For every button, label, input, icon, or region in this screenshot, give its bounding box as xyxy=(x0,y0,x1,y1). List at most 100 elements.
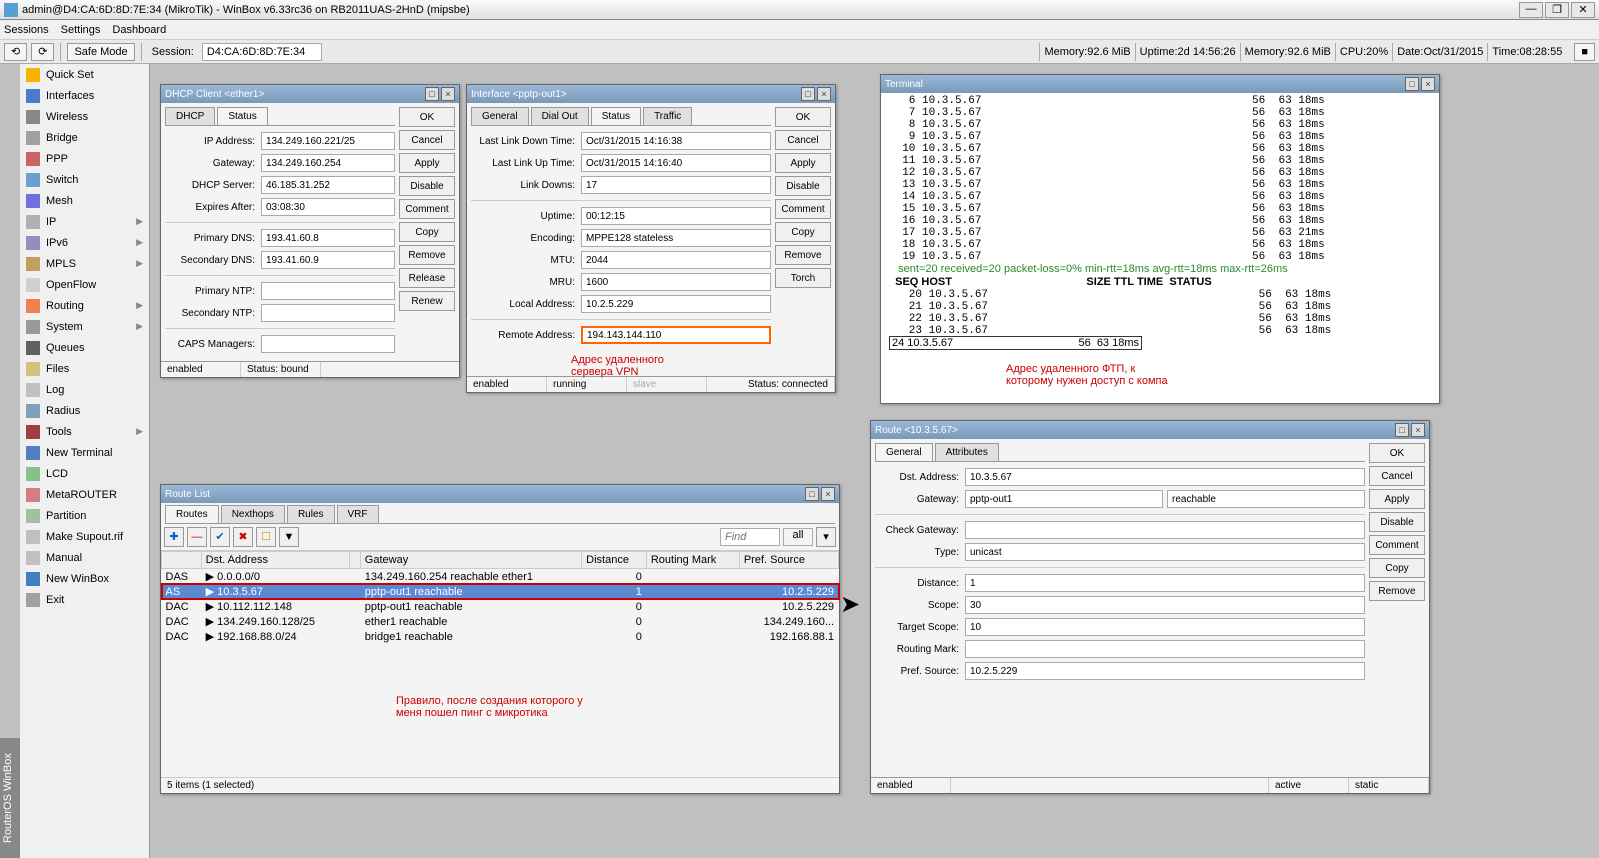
minimize-button[interactable]: — xyxy=(1519,2,1543,18)
sidebar-item-tools[interactable]: Tools▶ xyxy=(20,421,149,442)
iface-tab-dialout[interactable]: Dial Out xyxy=(531,107,589,125)
col-header[interactable]: Pref. Source xyxy=(739,552,838,569)
field-value[interactable]: pptp-out1 xyxy=(965,490,1163,508)
dhcp-tab-dhcp[interactable]: DHCP xyxy=(165,107,215,125)
col-header[interactable] xyxy=(162,552,202,569)
dhcp-tab-status[interactable]: Status xyxy=(217,107,267,125)
field-value[interactable]: 1 xyxy=(965,574,1365,592)
sidebar-item-bridge[interactable]: Bridge xyxy=(20,127,149,148)
col-header[interactable] xyxy=(349,552,360,569)
dhcp-min-icon[interactable]: □ xyxy=(425,87,439,101)
close-button[interactable]: ✕ xyxy=(1571,2,1595,18)
field-value[interactable]: 17 xyxy=(581,176,771,194)
route-min-icon[interactable]: □ xyxy=(1395,423,1409,437)
sidebar-item-new-terminal[interactable]: New Terminal xyxy=(20,442,149,463)
remove-button[interactable]: Remove xyxy=(775,245,831,265)
field-value[interactable]: Oct/31/2015 14:16:38 xyxy=(581,132,771,150)
col-header[interactable]: Gateway xyxy=(360,552,581,569)
add-button[interactable]: ✚ xyxy=(164,527,184,547)
enable-button[interactable]: ✔ xyxy=(210,527,230,547)
sidebar-item-partition[interactable]: Partition xyxy=(20,505,149,526)
route-close-icon[interactable]: × xyxy=(1411,423,1425,437)
iface-tab-traffic[interactable]: Traffic xyxy=(643,107,692,125)
sidebar-item-lcd[interactable]: LCD xyxy=(20,463,149,484)
sidebar-item-system[interactable]: System▶ xyxy=(20,316,149,337)
rl-close-icon[interactable]: × xyxy=(821,487,835,501)
find-input[interactable] xyxy=(720,528,780,546)
field-value[interactable] xyxy=(261,304,395,322)
copy-button[interactable]: Copy xyxy=(775,222,831,242)
table-row[interactable]: DAC▶ 192.168.88.0/24bridge1 reachable019… xyxy=(162,629,839,644)
comment-button[interactable]: Comment xyxy=(1369,535,1425,555)
iface-tab-general[interactable]: General xyxy=(471,107,529,125)
iface-tab-status[interactable]: Status xyxy=(591,107,641,125)
field-value[interactable] xyxy=(965,640,1365,658)
remove-button[interactable]: Remove xyxy=(1369,581,1425,601)
apply-button[interactable]: Apply xyxy=(775,153,831,173)
sidebar-item-ip[interactable]: IP▶ xyxy=(20,211,149,232)
sidebar-item-new-winbox[interactable]: New WinBox xyxy=(20,568,149,589)
comment-button[interactable]: Comment xyxy=(775,199,831,219)
field-value[interactable]: 2044 xyxy=(581,251,771,269)
iface-close-icon[interactable]: × xyxy=(817,87,831,101)
table-row[interactable]: DAS▶ 0.0.0.0/0134.249.160.254 reachable … xyxy=(162,569,839,585)
menu-sessions[interactable]: Sessions xyxy=(4,24,49,36)
safe-mode-button[interactable]: Safe Mode xyxy=(67,43,134,61)
field-value[interactable]: 10 xyxy=(965,618,1365,636)
sidebar-item-manual[interactable]: Manual xyxy=(20,547,149,568)
field-value[interactable]: 30 xyxy=(965,596,1365,614)
sidebar-item-openflow[interactable]: OpenFlow xyxy=(20,274,149,295)
filter-button[interactable]: ▼ xyxy=(279,527,299,547)
field-value[interactable]: MPPE128 stateless xyxy=(581,229,771,247)
rl-tab-nexthops[interactable]: Nexthops xyxy=(221,505,285,523)
route-table[interactable]: Dst. AddressGatewayDistanceRouting MarkP… xyxy=(161,551,839,644)
sidebar-item-mpls[interactable]: MPLS▶ xyxy=(20,253,149,274)
field-value[interactable]: 1600 xyxy=(581,273,771,291)
filter-dropdown[interactable]: ▾ xyxy=(816,527,836,547)
ok-button[interactable]: OK xyxy=(775,107,831,127)
iface-min-icon[interactable]: □ xyxy=(801,87,815,101)
field-value[interactable]: 10.2.5.229 xyxy=(581,295,771,313)
filter-all[interactable]: all xyxy=(783,528,813,546)
menu-settings[interactable]: Settings xyxy=(61,24,101,36)
sidebar-item-ppp[interactable]: PPP xyxy=(20,148,149,169)
rl-tab-vrf[interactable]: VRF xyxy=(337,505,379,523)
sidebar-item-quick-set[interactable]: Quick Set xyxy=(20,64,149,85)
sidebar-item-mesh[interactable]: Mesh xyxy=(20,190,149,211)
redo-button[interactable]: ⟳ xyxy=(31,43,54,61)
terminal-output[interactable]: 6 10.3.5.67 56 63 18ms 7 10.3.5.67 56 63… xyxy=(881,93,1439,403)
sidebar-item-interfaces[interactable]: Interfaces xyxy=(20,85,149,106)
renew-button[interactable]: Renew xyxy=(399,291,455,311)
rl-min-icon[interactable]: □ xyxy=(805,487,819,501)
cancel-button[interactable]: Cancel xyxy=(1369,466,1425,486)
remove-button[interactable]: — xyxy=(187,527,207,547)
field-value[interactable]: 193.41.60.8 xyxy=(261,229,395,247)
release-button[interactable]: Release xyxy=(399,268,455,288)
sidebar-item-log[interactable]: Log xyxy=(20,379,149,400)
disable-button[interactable]: ✖ xyxy=(233,527,253,547)
toolbar-menu-button[interactable]: ■ xyxy=(1574,43,1595,61)
undo-button[interactable]: ⟲ xyxy=(4,43,27,61)
sidebar-item-make-supout.rif[interactable]: Make Supout.rif xyxy=(20,526,149,547)
sidebar-item-switch[interactable]: Switch xyxy=(20,169,149,190)
field-value[interactable] xyxy=(965,521,1365,539)
field-value[interactable] xyxy=(261,335,395,353)
route-tab-general[interactable]: General xyxy=(875,443,933,461)
field-value[interactable]: Oct/31/2015 14:16:40 xyxy=(581,154,771,172)
route-tab-attributes[interactable]: Attributes xyxy=(935,443,999,461)
table-row[interactable]: DAC▶ 134.249.160.128/25ether1 reachable0… xyxy=(162,614,839,629)
field-value[interactable]: 134.249.160.254 xyxy=(261,154,395,172)
field-value[interactable]: 194.143.144.110 xyxy=(581,326,771,344)
field-value[interactable]: 46.185.31.252 xyxy=(261,176,395,194)
comment-button[interactable]: ☐ xyxy=(256,527,276,547)
field-value[interactable]: 134.249.160.221/25 xyxy=(261,132,395,150)
field-value[interactable]: 03:08:30 xyxy=(261,198,395,216)
term-min-icon[interactable]: □ xyxy=(1405,77,1419,91)
sidebar-item-exit[interactable]: Exit xyxy=(20,589,149,610)
menu-dashboard[interactable]: Dashboard xyxy=(112,24,166,36)
dhcp-close-icon[interactable]: × xyxy=(441,87,455,101)
ok-button[interactable]: OK xyxy=(399,107,455,127)
table-row[interactable]: AS▶ 10.3.5.67pptp-out1 reachable110.2.5.… xyxy=(162,584,839,599)
sidebar-item-ipv6[interactable]: IPv6▶ xyxy=(20,232,149,253)
copy-button[interactable]: Copy xyxy=(399,222,455,242)
